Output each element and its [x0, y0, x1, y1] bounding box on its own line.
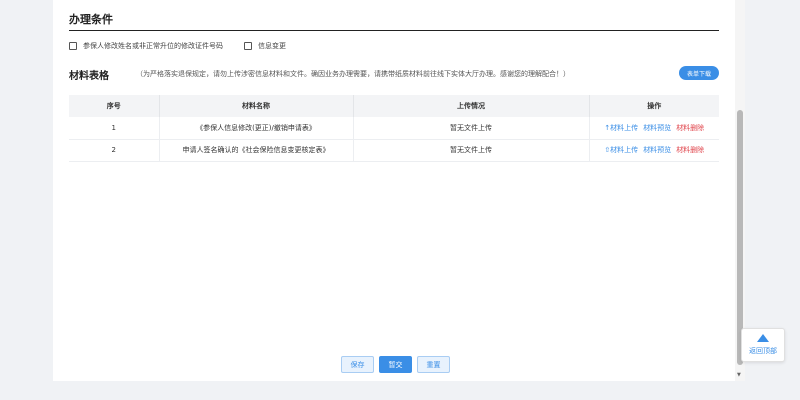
form-download-button[interactable]: 表单下载	[679, 66, 719, 80]
save-button[interactable]: 保存	[341, 356, 374, 373]
condition-name-change[interactable]: 参保人修改姓名或非正常升位的修改证件号码	[69, 41, 223, 51]
scrollbar-thumb[interactable]	[737, 110, 743, 365]
condition-name-change-label: 参保人修改姓名或非正常升位的修改证件号码	[83, 42, 223, 50]
material-preview-link[interactable]: 材料预览	[643, 145, 671, 155]
back-to-top-button[interactable]: 返回顶部	[741, 328, 785, 362]
reset-button[interactable]: 重置	[417, 356, 450, 373]
conditions-divider	[69, 30, 719, 31]
scroll-down-arrow-icon[interactable]: ▼	[737, 372, 741, 378]
table-row: 1 《参保人信息修改(更正)/撤销申请表》 暂无文件上传 ↑材料上传 材料预览 …	[69, 117, 719, 140]
arrow-up-icon	[757, 334, 769, 342]
conditions-title: 办理条件	[69, 13, 113, 26]
col-status: 上传情况	[353, 95, 590, 117]
row-actions: ↑材料上传 材料预览 材料删除	[589, 117, 719, 140]
material-preview-link[interactable]: 材料预览	[643, 123, 671, 133]
row-material-name: 申请人签名确认的《社会保险信息变更核定表》	[159, 139, 354, 162]
condition-info-change-checkbox[interactable]	[244, 42, 252, 50]
col-actions: 操作	[589, 95, 719, 117]
material-delete-link[interactable]: 材料删除	[676, 145, 704, 155]
row-index: 2	[69, 139, 160, 162]
materials-note: （为严格落实退保规定，请勿上传涉密信息材料和文件。确因业务办理需要，请携带纸质材…	[136, 70, 570, 78]
material-upload-link[interactable]: ↑材料上传	[604, 123, 638, 133]
condition-info-change-label: 信息变更	[258, 42, 286, 50]
row-upload-status: 暂无文件上传	[353, 139, 590, 162]
submit-button[interactable]: 暂交	[379, 356, 412, 373]
row-index: 1	[69, 117, 160, 140]
col-index: 序号	[69, 95, 160, 117]
back-to-top-label: 返回顶部	[749, 347, 777, 355]
materials-title: 材料表格	[69, 71, 109, 82]
materials-table: 序号 材料名称 上传情况 操作 1 《参保人信息修改(更正)/撤销申请表》 暂无…	[69, 95, 719, 162]
col-name: 材料名称	[159, 95, 354, 117]
row-actions: ⇧材料上传 材料预览 材料删除	[589, 139, 719, 162]
table-header-row: 序号 材料名称 上传情况 操作	[69, 95, 719, 117]
material-upload-link[interactable]: ⇧材料上传	[604, 145, 638, 155]
condition-info-change[interactable]: 信息变更	[244, 41, 286, 51]
main-panel: 办理条件 参保人修改姓名或非正常升位的修改证件号码 信息变更 材料表格 （为严格…	[53, 0, 737, 381]
material-delete-link[interactable]: 材料删除	[676, 123, 704, 133]
condition-name-change-checkbox[interactable]	[69, 42, 77, 50]
table-row: 2 申请人签名确认的《社会保险信息变更核定表》 暂无文件上传 ⇧材料上传 材料预…	[69, 139, 719, 162]
form-action-bar: 保存 暂交 重置	[341, 356, 450, 373]
row-upload-status: 暂无文件上传	[353, 117, 590, 140]
row-material-name: 《参保人信息修改(更正)/撤销申请表》	[159, 117, 354, 140]
